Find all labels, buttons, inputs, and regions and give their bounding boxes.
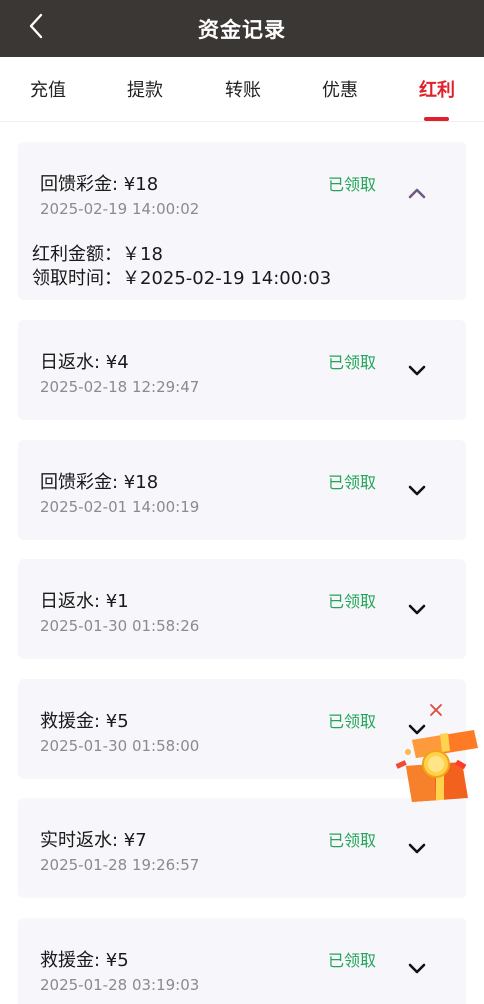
tab-withdraw[interactable]: 提款 <box>105 57 185 121</box>
top-bar: 资金记录 <box>0 0 484 57</box>
chevron-up-icon <box>408 188 426 199</box>
expand-button[interactable] <box>408 481 426 499</box>
gift-box-icon <box>395 730 478 802</box>
expand-button[interactable] <box>408 361 426 379</box>
tab-bonus[interactable]: 红利 <box>397 57 477 121</box>
tab-transfer[interactable]: 转账 <box>203 57 283 121</box>
record-time: 2025-01-28 03:19:03 <box>40 976 200 994</box>
page-title: 资金记录 <box>198 17 286 42</box>
record-title: 实时返水: ¥7 <box>40 830 147 851</box>
tab-promotion[interactable]: 优惠 <box>300 57 380 121</box>
record-card[interactable]: 回馈彩金: ¥18 2025-02-01 14:00:19 已领取 <box>18 440 466 540</box>
bonus-amount-line: 红利金额：￥18 <box>32 244 163 265</box>
chevron-down-icon <box>408 604 426 615</box>
status-badge: 已领取 <box>328 473 377 492</box>
chevron-down-icon <box>408 843 426 854</box>
record-title: 回馈彩金: ¥18 <box>40 472 159 493</box>
status-badge: 已领取 <box>328 712 377 731</box>
status-badge: 已领取 <box>328 175 377 194</box>
tab-recharge[interactable]: 充值 <box>8 57 88 121</box>
chevron-left-icon <box>29 13 43 39</box>
record-title: 日返水: ¥4 <box>40 352 129 373</box>
record-time: 2025-01-30 01:58:26 <box>40 617 200 635</box>
tab-bar: 充值 提款 转账 优惠 红利 <box>0 57 484 122</box>
record-card-expanded[interactable]: 回馈彩金: ¥18 2025-02-19 14:00:02 已领取 红利金额：￥… <box>18 142 466 300</box>
record-time: 2025-02-19 14:00:02 <box>40 200 200 218</box>
app-root: 资金记录 充值 提款 转账 优惠 红利 回馈彩金: ¥18 2025-02-19… <box>0 0 484 1004</box>
status-badge: 已领取 <box>328 951 377 970</box>
record-time: 2025-01-28 19:26:57 <box>40 856 200 874</box>
chevron-down-icon <box>408 485 426 496</box>
chevron-down-icon <box>408 365 426 376</box>
record-card[interactable]: 实时返水: ¥7 2025-01-28 19:26:57 已领取 <box>18 798 466 898</box>
record-title: 救援金: ¥5 <box>40 950 129 971</box>
status-badge: 已领取 <box>328 592 377 611</box>
promo-close-button[interactable] <box>427 701 445 719</box>
record-card[interactable]: 日返水: ¥4 2025-02-18 12:29:47 已领取 <box>18 320 466 420</box>
collapse-button[interactable] <box>408 184 426 202</box>
close-icon <box>430 704 442 716</box>
record-title: 日返水: ¥1 <box>40 591 129 612</box>
expand-button[interactable] <box>408 600 426 618</box>
expand-button[interactable] <box>408 839 426 857</box>
expand-button[interactable] <box>408 959 426 977</box>
promo-gift-button[interactable] <box>392 722 480 804</box>
claim-time-line: 领取时间：￥2025-02-19 14:00:03 <box>32 268 332 289</box>
record-card[interactable]: 日返水: ¥1 2025-01-30 01:58:26 已领取 <box>18 559 466 659</box>
back-button[interactable] <box>22 12 50 40</box>
active-tab-indicator <box>424 117 449 121</box>
record-time: 2025-01-30 01:58:00 <box>40 737 200 755</box>
record-title: 回馈彩金: ¥18 <box>40 174 159 195</box>
record-list: 回馈彩金: ¥18 2025-02-19 14:00:02 已领取 红利金额：￥… <box>0 122 484 1004</box>
record-time: 2025-02-18 12:29:47 <box>40 378 200 396</box>
status-badge: 已领取 <box>328 353 377 372</box>
status-badge: 已领取 <box>328 831 377 850</box>
record-title: 救援金: ¥5 <box>40 711 129 732</box>
chevron-down-icon <box>408 963 426 974</box>
record-time: 2025-02-01 14:00:19 <box>40 498 200 516</box>
record-card[interactable]: 救援金: ¥5 2025-01-28 03:19:03 已领取 <box>18 918 466 1004</box>
